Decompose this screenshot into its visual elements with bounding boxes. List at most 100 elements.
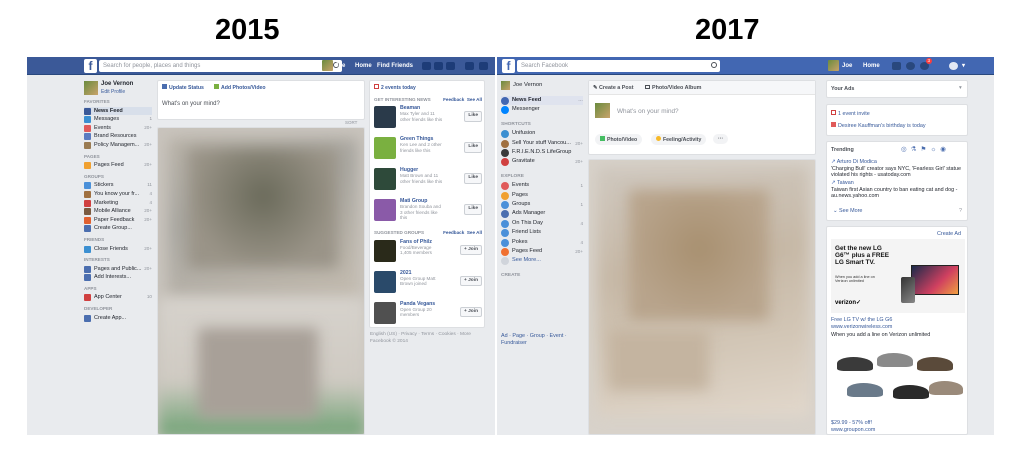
avatar[interactable]	[828, 60, 839, 71]
sort-menu[interactable]: SORT	[345, 120, 357, 125]
ad-image-shoes[interactable]	[831, 343, 965, 417]
trending-topic-icons[interactable]: ◎⚗⚑☼◉	[901, 145, 950, 153]
add-photos-tab[interactable]: Add Photos/Video	[214, 84, 266, 91]
ad-url[interactable]: www.verizonwireless.com	[831, 324, 892, 330]
sidebar-item-news-feed[interactable]: News Feed ···	[501, 96, 583, 106]
search-input[interactable]: Search for people, places and things	[99, 60, 342, 72]
friend-requests-icon[interactable]	[892, 62, 901, 70]
feeling-activity-button[interactable]: Feeling/Activity	[651, 134, 707, 145]
find-friends-link[interactable]: Find Friends	[377, 61, 413, 71]
help-icon[interactable]	[949, 62, 958, 70]
like-button[interactable]: Like	[464, 173, 482, 184]
trending-item[interactable]: ↗ Taiwan Taiwan first Asian country to ba…	[831, 180, 963, 200]
see-all-link[interactable]: See All	[467, 97, 482, 102]
sidebar-item-see-more[interactable]: See More...	[501, 256, 583, 266]
sidebar-item-pages-and-public[interactable]: Pages and Public... 20+	[84, 265, 152, 274]
group-thumbnail[interactable]	[374, 270, 396, 293]
notifications-icon[interactable]	[446, 62, 455, 70]
event-invite-link[interactable]: 1 event invite	[831, 110, 870, 117]
sidebar-item-marketing[interactable]: Marketing 4	[84, 199, 152, 208]
like-button[interactable]: Like	[464, 142, 482, 153]
sidebar-item-add-interests[interactable]: Add Interests...	[84, 273, 152, 282]
search-input[interactable]: Search Facebook	[517, 60, 720, 72]
events-today-link[interactable]: 2 events today	[374, 84, 482, 92]
create-post-tab[interactable]: ✎ Create a Post	[593, 85, 634, 91]
sidebar-item-f-r-i-e-n-d-s-lifegroup[interactable]: F.R.I.E.N.D.S LifeGroup	[501, 148, 583, 157]
join-button[interactable]: + Join	[460, 275, 482, 286]
sidebar-item-pages-feed[interactable]: Pages Feed 20+	[501, 247, 583, 256]
sidebar-item-paper-feedback[interactable]: Paper Feedback 20+	[84, 216, 152, 225]
sidebar-item-sell-your-stuff-vancou[interactable]: Sell Your stuff Vancou... 20+	[501, 139, 583, 148]
join-button[interactable]: + Join	[460, 306, 482, 317]
photo-video-button[interactable]: Photo/Video	[595, 134, 643, 145]
feedback-link[interactable]: Feedback	[443, 97, 464, 102]
sidebar-item-pages[interactable]: Pages	[501, 191, 583, 200]
sidebar-item-create-group[interactable]: Create Group...	[84, 224, 152, 233]
sidebar-item-ads-manager[interactable]: Ads Manager	[501, 209, 583, 219]
sidebar-item-events[interactable]: Events 1	[501, 181, 583, 191]
footer-links[interactable]: English (US) · Privacy · Terms · Cookies…	[370, 332, 471, 337]
group-thumbnail[interactable]	[374, 301, 396, 324]
join-button[interactable]: + Join	[460, 244, 482, 255]
status-input[interactable]: What's on your mind?	[162, 101, 220, 107]
privacy-icon[interactable]	[465, 62, 474, 70]
help-icon[interactable]: ?	[959, 208, 962, 214]
birthday-link[interactable]: Desiree Kauffman's birthday is today	[831, 122, 926, 129]
sidebar-item-brand-resources[interactable]: Brand Resources	[84, 132, 152, 141]
status-input[interactable]: What's on your mind?	[617, 108, 679, 115]
profile-name[interactable]: Joe Vernon	[101, 81, 133, 87]
ad-price[interactable]: $29.99 - 57% off!	[831, 420, 872, 426]
sidebar-item-close-friends[interactable]: Close Friends 20+	[84, 245, 152, 254]
update-status-tab[interactable]: Update Status	[162, 84, 204, 91]
sidebar-item-messages[interactable]: Messages 1	[84, 115, 152, 124]
messenger-icon[interactable]	[906, 62, 915, 70]
page-thumbnail[interactable]	[374, 106, 396, 128]
feedback-link[interactable]: Feedback	[443, 230, 464, 235]
your-ads-panel[interactable]: Your Ads ▾	[826, 80, 968, 98]
friend-requests-icon[interactable]	[422, 62, 431, 70]
see-more-link[interactable]: ⌄ See More	[833, 208, 862, 214]
sidebar-item-app-center[interactable]: App Center 10	[84, 293, 152, 302]
avatar[interactable]	[84, 81, 98, 95]
facebook-logo-icon[interactable]: f	[84, 59, 97, 73]
sidebar-item-create-app[interactable]: Create App...	[84, 314, 152, 323]
like-button[interactable]: Like	[464, 204, 482, 215]
sidebar-item-mobile-alliance[interactable]: Mobile Alliance 20+	[84, 207, 152, 216]
settings-dropdown-icon[interactable]: ▾	[962, 61, 965, 71]
group-thumbnail[interactable]	[374, 239, 396, 262]
more-options-button[interactable]: ···	[713, 134, 729, 144]
sidebar-item-stickers[interactable]: Stickers 11	[84, 181, 152, 190]
sidebar-item-friend-lists[interactable]: Friend Lists	[501, 228, 583, 238]
page-thumbnail[interactable]	[374, 168, 396, 190]
create-ad-link[interactable]: Create Ad	[937, 231, 961, 237]
sidebar-item-pokes[interactable]: Pokes 4	[501, 238, 583, 247]
avatar[interactable]	[322, 60, 333, 71]
facebook-logo-icon[interactable]: f	[502, 59, 515, 73]
home-link[interactable]: Home	[863, 61, 880, 71]
trending-item[interactable]: ↗ Arturo Di Modica 'Charging Bull' creato…	[831, 159, 963, 179]
home-link[interactable]: Home	[355, 61, 372, 71]
user-name-link[interactable]: Joe	[335, 61, 345, 71]
sidebar-item-pages-feed[interactable]: Pages Feed 20+	[84, 161, 152, 170]
create-links[interactable]: Ad · Page · Group · Event · Fundraiser	[501, 333, 583, 347]
search-icon[interactable]	[711, 62, 717, 68]
sidebar-item-news-feed[interactable]: News Feed	[84, 106, 152, 116]
photo-album-tab[interactable]: Photo/Video Album	[645, 85, 701, 91]
sidebar-item-messenger[interactable]: Messenger	[501, 105, 583, 115]
avatar[interactable]	[501, 81, 510, 90]
sidebar-item-on-this-day[interactable]: On This Day 4	[501, 219, 583, 228]
sidebar-item-you-know-your-fr[interactable]: You know your fr... 4	[84, 190, 152, 199]
sidebar-item-events[interactable]: Events 20+	[84, 124, 152, 133]
user-name-link[interactable]: Joe	[842, 61, 852, 71]
page-thumbnail[interactable]	[374, 137, 396, 159]
sidebar-item-unifusion[interactable]: Unifusion	[501, 129, 583, 139]
see-all-link[interactable]: See All	[467, 230, 482, 235]
like-button[interactable]: Like	[464, 111, 482, 122]
ad-link-title[interactable]: Free LG TV w/ the LG G6	[831, 317, 892, 323]
ad-url[interactable]: www.groupon.com	[831, 427, 875, 433]
messages-icon[interactable]	[434, 62, 443, 70]
sidebar-item-groups[interactable]: Groups 1	[501, 200, 583, 209]
expand-chevron-icon[interactable]: ▾	[959, 85, 962, 91]
ad-image-lg[interactable]: Get the new LG G6™ plus a FREE LG Smart …	[831, 239, 965, 313]
page-thumbnail[interactable]	[374, 199, 396, 221]
